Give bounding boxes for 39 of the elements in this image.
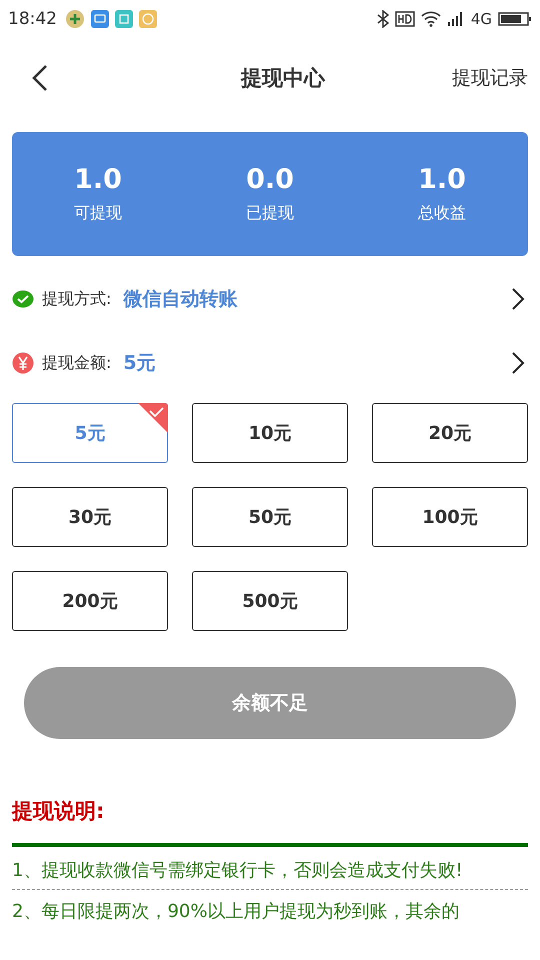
- amount-label: 提现金额:: [42, 352, 112, 374]
- stat-label: 可提现: [74, 203, 122, 224]
- battery-icon: [498, 11, 532, 27]
- amount-value: 5元: [123, 351, 157, 376]
- signal-icon: [446, 11, 465, 27]
- wifi-icon: [420, 11, 441, 27]
- method-label: 提现方式:: [42, 288, 112, 310]
- stat-value: 0.0: [246, 164, 294, 195]
- stat-value: 1.0: [418, 164, 466, 195]
- stat-label: 总收益: [418, 203, 466, 224]
- message-notification-icon: [91, 10, 109, 28]
- notes-title: 提现说明:: [12, 798, 106, 825]
- stat-value: 1.0: [74, 164, 122, 195]
- stat-label: 已提现: [246, 203, 294, 224]
- wechat-icon: [12, 290, 34, 308]
- yuan-icon: [12, 352, 34, 374]
- amount-option[interactable]: 20元: [372, 403, 528, 463]
- amount-option[interactable]: 200元: [12, 571, 168, 631]
- app-notification-icon: [65, 9, 85, 29]
- chevron-right-icon[interactable]: [510, 351, 526, 375]
- amount-option[interactable]: 500元: [192, 571, 348, 631]
- scan-notification-icon: [115, 10, 133, 28]
- amount-option[interactable]: 10元: [192, 403, 348, 463]
- app-notification-icon: [139, 10, 157, 28]
- note-text: 2、每日限提两次，90%以上用户提现为秒到账，其余的: [12, 889, 528, 930]
- page-title: 提现中心: [240, 65, 326, 92]
- method-value: 微信自动转账: [123, 287, 238, 312]
- amount-option[interactable]: 5元: [12, 403, 168, 463]
- hd-icon: [394, 11, 415, 27]
- note-text: 1、提现收款微信号需绑定银行卡，否则会造成支付失败!: [12, 859, 464, 883]
- amount-option[interactable]: 100元: [372, 487, 528, 547]
- chevron-right-icon[interactable]: [510, 287, 526, 311]
- amount-option[interactable]: 30元: [12, 487, 168, 547]
- bluetooth-icon: [376, 10, 389, 28]
- amount-option[interactable]: 50元: [192, 487, 348, 547]
- status-time: 18:42: [8, 9, 57, 29]
- network-type: 4G: [470, 10, 492, 28]
- history-link[interactable]: 提现记录: [452, 65, 528, 91]
- selected-check-icon: [138, 403, 168, 433]
